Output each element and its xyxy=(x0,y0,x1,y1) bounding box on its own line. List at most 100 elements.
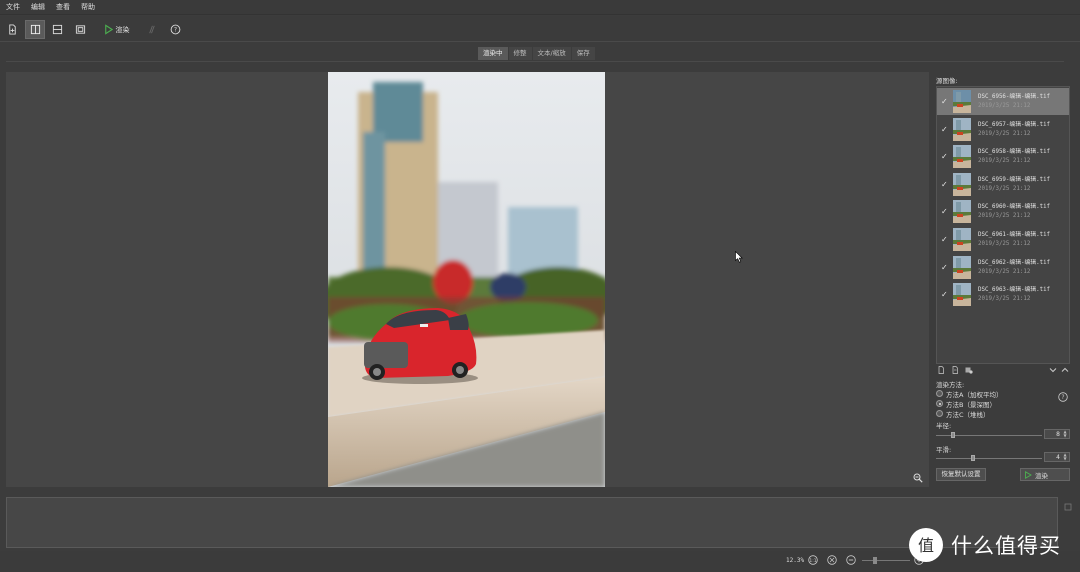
list-item[interactable]: ✓ DSC_6957-编辑-编辑.tif 2019/3/25 21:12 xyxy=(937,116,1069,143)
file-thumbnail xyxy=(953,200,971,224)
file-date: 2019/3/25 21:12 xyxy=(978,296,1031,303)
split-horizontal-icon xyxy=(52,24,62,35)
radius-slider[interactable] xyxy=(936,432,1042,438)
list-item[interactable]: ✓ DSC_6960-编辑-编辑.tif 2019/3/25 21:12 xyxy=(937,198,1069,225)
checkbox-check-icon[interactable]: ✓ xyxy=(941,98,948,106)
render-button-label: 渲染 xyxy=(1035,471,1048,480)
help-button[interactable]: ? xyxy=(165,20,185,39)
file-date: 2019/3/25 21:12 xyxy=(978,213,1031,220)
smzdm-logo-icon: 值 xyxy=(909,528,943,562)
open-folder-icon[interactable] xyxy=(951,366,959,374)
zoom-out-icon[interactable] xyxy=(846,555,856,565)
list-item[interactable]: ✓ DSC_6961-编辑-编辑.tif 2019/3/25 21:12 xyxy=(937,226,1069,253)
method-c-label: 方法C（堆栈） xyxy=(946,410,990,419)
file-date: 2019/3/25 21:12 xyxy=(978,103,1031,109)
smoothing-slider[interactable] xyxy=(936,455,1042,461)
menu-edit[interactable]: 编辑 xyxy=(31,2,45,12)
file-name: DSC_6963-编辑-编辑.tif xyxy=(978,287,1051,294)
checkbox-check-icon[interactable]: ✓ xyxy=(941,291,948,299)
file-thumbnail xyxy=(953,145,971,169)
method-b-option[interactable]: 方法B（景深图） xyxy=(936,399,996,409)
checkbox-check-icon[interactable]: ✓ xyxy=(941,153,948,161)
method-help-icon[interactable]: ? xyxy=(1058,392,1068,402)
menu-bar: 文件 编辑 查看 帮助 xyxy=(0,0,1080,15)
file-name: DSC_6961-编辑-编辑.tif xyxy=(978,232,1051,238)
menu-view[interactable]: 查看 xyxy=(56,2,70,12)
checkbox-check-icon[interactable]: ✓ xyxy=(941,180,948,188)
frame-button[interactable] xyxy=(70,20,90,39)
watermark-text: 什么值得买 xyxy=(951,534,1061,558)
radius-slider-handle[interactable] xyxy=(951,432,956,438)
list-item[interactable]: ✓ DSC_6963-编辑-编辑.tif 2019/3/25 21:12 xyxy=(937,281,1069,308)
smoothing-slider-handle[interactable] xyxy=(970,455,975,461)
spin-arrows-icon[interactable]: ▲ ▼ xyxy=(1062,430,1068,438)
spin-arrows-icon[interactable]: ▲ ▼ xyxy=(1062,453,1068,461)
chevron-up-icon[interactable] xyxy=(1061,366,1069,374)
menu-help[interactable]: 帮助 xyxy=(81,2,95,12)
zoom-level: 12.3% xyxy=(786,557,805,564)
checkbox-check-icon[interactable]: ✓ xyxy=(941,125,948,133)
list-item[interactable]: ✓ DSC_6962-编辑-编辑.tif 2019/3/25 21:12 xyxy=(937,254,1069,281)
radius-spinbox[interactable]: 8 ▲ ▼ xyxy=(1044,429,1070,439)
render-toolbar-button[interactable]: 渲染 xyxy=(99,20,133,39)
chevron-down-icon[interactable] xyxy=(1049,366,1057,374)
source-file-list[interactable]: ✓ DSC_6956-编辑-编辑.tif 2019/3/25 21:12 ✓ DSC_6… xyxy=(936,86,1070,364)
svg-text:1:1: 1:1 xyxy=(809,558,816,564)
help-icon: ? xyxy=(170,24,180,35)
image-canvas[interactable] xyxy=(6,72,929,487)
split-vertical-icon xyxy=(30,24,40,35)
add-file-icon[interactable] xyxy=(937,366,945,374)
zoom-slider-handle[interactable] xyxy=(873,557,877,564)
tab-retouch[interactable]: 修整 xyxy=(508,47,532,60)
stack-icon xyxy=(148,25,155,34)
list-item[interactable]: ✓ DSC_6956-编辑-编辑.tif 2019/3/25 21:12 xyxy=(937,88,1069,115)
actual-size-icon[interactable]: 1:1 xyxy=(808,555,818,565)
file-thumbnail xyxy=(953,117,971,141)
file-date: 2019/3/25 21:12 xyxy=(978,241,1031,247)
remove-file-icon[interactable] xyxy=(965,366,973,374)
reset-defaults-button[interactable]: 恢复默认设置 xyxy=(936,468,986,481)
play-icon xyxy=(1025,470,1032,479)
file-list-tools xyxy=(937,366,1071,376)
log-output-area[interactable] xyxy=(6,497,1058,548)
method-a-label: 方法A（加权平均） xyxy=(946,390,1003,399)
method-a-option[interactable]: 方法A（加权平均） xyxy=(936,389,1003,399)
new-project-button[interactable] xyxy=(2,20,22,39)
radius-value: 8 xyxy=(1056,431,1060,438)
file-thumbnail xyxy=(953,90,971,113)
render-button[interactable]: 渲染 xyxy=(1020,468,1070,481)
checkbox-check-icon[interactable]: ✓ xyxy=(941,263,948,271)
file-name: DSC_6962-编辑-编辑.tif xyxy=(978,259,1051,266)
checkbox-check-icon[interactable]: ✓ xyxy=(941,236,948,244)
frame-icon xyxy=(75,25,85,34)
smoothing-spinbox[interactable]: 4 ▲ ▼ xyxy=(1044,452,1070,462)
list-item[interactable]: ✓ DSC_6959-编辑-编辑.tif 2019/3/25 21:12 xyxy=(937,171,1069,198)
method-c-option[interactable]: 方法C（堆栈） xyxy=(936,409,990,419)
tab-text-scale[interactable]: 文本/缩放 xyxy=(532,47,571,60)
stack-button[interactable] xyxy=(141,20,161,39)
play-icon xyxy=(104,24,113,35)
menu-file[interactable]: 文件 xyxy=(6,2,20,12)
checkbox-check-icon[interactable]: ✓ xyxy=(941,208,948,216)
preview-image xyxy=(328,72,605,487)
file-name: DSC_6959-编辑-编辑.tif xyxy=(978,176,1051,183)
clear-log-icon[interactable] xyxy=(1064,503,1072,511)
split-horizontal-button[interactable] xyxy=(47,20,67,39)
file-date: 2019/3/25 21:12 xyxy=(978,130,1031,137)
zoom-slider[interactable] xyxy=(862,557,910,564)
render-method-label: 渲染方法: xyxy=(936,381,965,389)
method-b-label: 方法B（景深图） xyxy=(946,400,996,409)
method-a-radio[interactable] xyxy=(936,390,943,397)
list-item[interactable]: ✓ DSC_6958-编辑-编辑.tif 2019/3/25 21:12 xyxy=(937,143,1069,170)
zoom-fit-icon[interactable] xyxy=(913,473,923,483)
tab-rendering[interactable]: 渲染中 xyxy=(478,47,508,60)
method-c-radio[interactable] xyxy=(936,410,943,417)
new-file-icon xyxy=(8,24,16,35)
tab-save[interactable]: 保存 xyxy=(571,47,595,60)
split-vertical-button[interactable] xyxy=(25,20,45,39)
method-b-radio[interactable] xyxy=(936,400,943,407)
fit-window-icon[interactable] xyxy=(827,555,837,565)
file-date: 2019/3/25 21:12 xyxy=(978,185,1031,192)
file-date: 2019/3/25 21:12 xyxy=(978,158,1031,165)
svg-text:?: ? xyxy=(1061,394,1064,401)
